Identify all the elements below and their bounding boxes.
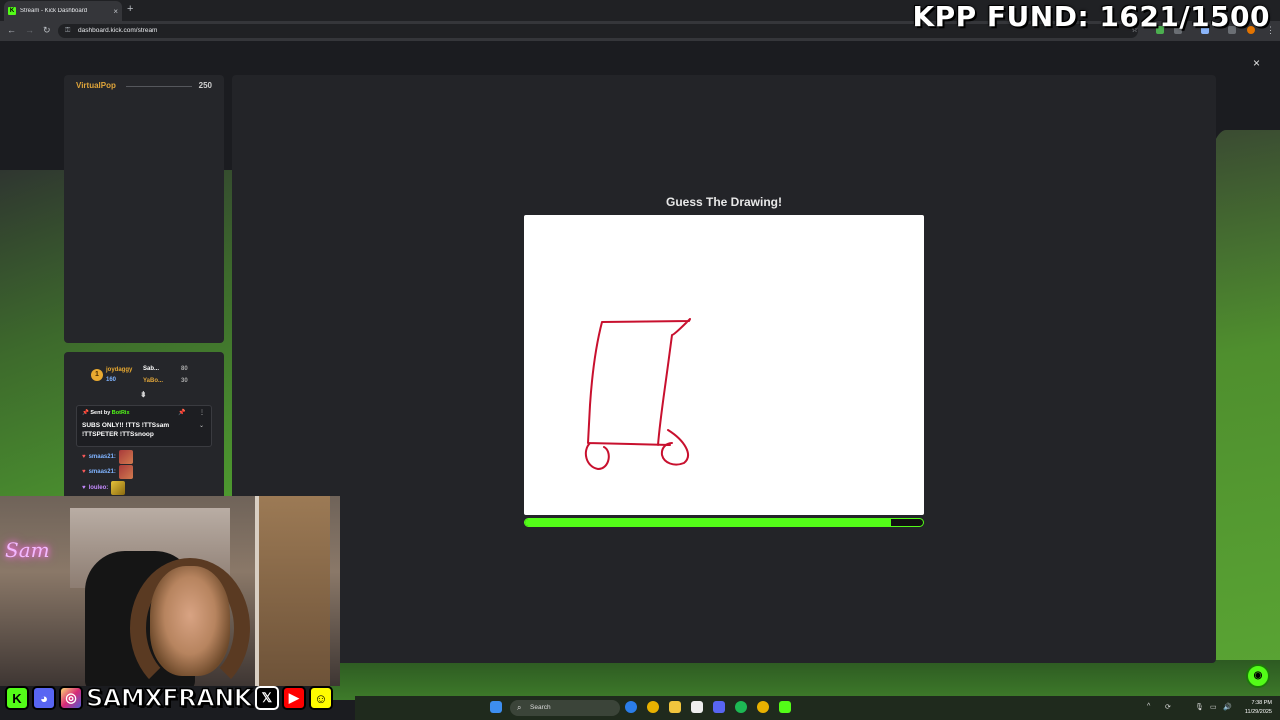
timer-progress-bar	[524, 518, 924, 527]
unpin-icon[interactable]: 📌	[178, 409, 185, 416]
chrome-icon[interactable]	[757, 701, 769, 713]
x-icon: 𝕏	[254, 686, 279, 710]
leaderboard-amount: 30	[181, 378, 188, 384]
edge-icon[interactable]	[625, 701, 637, 713]
badge-icon: ♥	[82, 454, 86, 460]
url-text: dashboard.kick.com/stream	[78, 27, 158, 34]
leaderboard-amount: 80	[181, 366, 188, 372]
bot-name[interactable]: BotRix	[112, 410, 130, 416]
kick-icon: K	[5, 686, 29, 710]
rank-badge: 1	[91, 369, 103, 381]
network-icon[interactable]: ▭	[1210, 703, 1217, 711]
chat-message: ♥ smaas21:	[82, 450, 133, 464]
clock-date: 11/29/2025	[1244, 709, 1272, 715]
taskbar: ⌕ Search ^ ⟳ 🎙 ▭ 🔊 7:38 PM 11/29/2025	[355, 696, 1280, 720]
mic-icon[interactable]: 🎙	[1195, 703, 1204, 711]
volume-icon[interactable]: 🔊	[1223, 703, 1232, 711]
new-tab-button[interactable]: +	[127, 3, 133, 15]
file-explorer-icon[interactable]	[669, 701, 681, 713]
browser-tab[interactable]: K Stream - Kick Dashboard ×	[4, 1, 122, 21]
emote-icon	[118, 450, 133, 464]
timer-progress-fill	[525, 519, 892, 526]
chat-username[interactable]: louleo:	[89, 485, 109, 491]
kick-favicon-icon: K	[8, 7, 16, 15]
chevron-down-icon[interactable]: ⌄	[199, 422, 204, 429]
neon-sign: Sam	[5, 538, 50, 562]
pinned-message: 📌 Sent by BotRix 📌 ⋮ SUBS ONLY!! !TTS !T…	[76, 405, 212, 447]
chat-username[interactable]: smaas21:	[89, 469, 116, 475]
search-label: Search	[530, 704, 551, 711]
site-info-icon[interactable]: ⚿	[65, 24, 70, 38]
back-icon[interactable]: ←	[7, 25, 16, 35]
sent-by-label: Sent by	[90, 410, 111, 416]
badge-icon: ♥	[82, 485, 86, 491]
virtualpop-label: VirtualPop	[76, 81, 116, 90]
chat-message: ♥ smaas21:	[82, 465, 133, 479]
leaderboard-name[interactable]: joydaggy	[106, 367, 132, 373]
sync-icon[interactable]: ⟳	[1165, 703, 1171, 711]
kick-app-icon[interactable]	[779, 701, 791, 713]
clock-time: 7:38 PM	[1251, 700, 1272, 706]
more-options-icon[interactable]: ⋮	[199, 409, 205, 416]
pinned-header: 📌 Sent by BotRix	[82, 410, 130, 416]
social-handle: SAMXFRANK	[85, 683, 253, 713]
badge-icon: ♥	[82, 469, 86, 475]
divider	[126, 86, 192, 87]
pin-icon: 📌	[82, 410, 89, 416]
discord-icon: ◕	[32, 686, 56, 710]
emote-icon	[111, 481, 126, 495]
tab-title: Stream - Kick Dashboard	[20, 8, 88, 14]
kick-chat-bubble-icon[interactable]: ◉	[1246, 664, 1270, 688]
tray-chevron-icon[interactable]: ^	[1147, 703, 1150, 710]
game-title: Guess The Drawing!	[665, 195, 783, 209]
leaderboard-name[interactable]: Sab...	[143, 366, 159, 372]
discord-taskbar-icon[interactable]	[713, 701, 725, 713]
background-scenery	[330, 660, 1280, 700]
collapse-icon[interactable]: ⇟	[140, 390, 147, 399]
reload-icon[interactable]: ↻	[43, 25, 51, 36]
webcam-feed: Sam	[0, 496, 340, 686]
store-icon[interactable]	[691, 701, 703, 713]
taskbar-search[interactable]: ⌕ Search	[510, 700, 620, 716]
drawing-strokes	[584, 318, 691, 470]
leaderboard-amount: 160	[106, 377, 117, 383]
close-icon[interactable]: ×	[1253, 56, 1260, 70]
virtualpop-panel: VirtualPop 250	[64, 75, 224, 343]
forward-icon[interactable]: →	[25, 25, 34, 35]
social-bar: K ◕ ◎ SAMXFRANK 𝕏 ▶ ☺	[5, 683, 333, 713]
emote-icon	[118, 465, 133, 479]
fund-counter: KPP FUND: 1621/1500	[912, 0, 1270, 33]
youtube-icon: ▶	[281, 686, 306, 710]
drawing-canvas[interactable]	[524, 215, 924, 515]
search-icon: ⌕	[517, 703, 522, 712]
spotify-icon[interactable]	[735, 701, 747, 713]
chat-message: ♥ louleo:	[82, 481, 126, 495]
chat-username[interactable]: smaas21:	[89, 454, 116, 460]
snapchat-icon: ☺	[308, 686, 333, 710]
instagram-icon: ◎	[59, 686, 83, 710]
clock[interactable]: 7:38 PM 11/29/2025	[1245, 699, 1272, 717]
leaderboard-name[interactable]: YaBo...	[143, 378, 163, 384]
virtualpop-value: 250	[198, 81, 212, 90]
tab-close-icon[interactable]: ×	[113, 7, 118, 16]
chrome-icon[interactable]	[647, 701, 659, 713]
chat-panel: 1 joydaggy 160 Sab... 80 YaBo... 30 ⇟ 📌 …	[64, 352, 224, 500]
start-icon[interactable]	[490, 701, 502, 713]
pinned-text: SUBS ONLY!! !TTS !TTSsam !TTSPETER !TTSs…	[82, 422, 170, 438]
streamer-face	[150, 566, 230, 676]
background-door	[255, 496, 330, 686]
